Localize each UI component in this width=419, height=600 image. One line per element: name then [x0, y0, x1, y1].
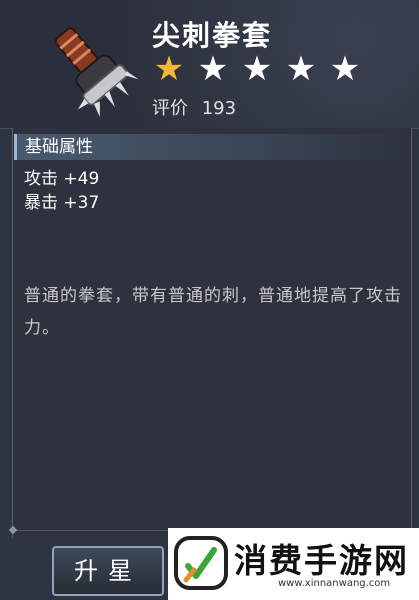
upgrade-star-button[interactable]: 升星: [52, 546, 164, 596]
watermark-logo-icon: [174, 536, 228, 590]
watermark-text: 消费手游网: [234, 541, 409, 580]
attribute-attack: 攻击 +49: [24, 169, 100, 189]
star-empty-icon: ★: [197, 49, 229, 89]
item-name: 尖刺拳套: [152, 19, 273, 52]
item-rating: 评价 193: [152, 94, 236, 120]
attribute-crit: 暴击 +37: [24, 193, 100, 213]
star-empty-icon: ★: [285, 49, 317, 89]
rating-value: 193: [201, 98, 237, 119]
star-rating: ★ ★ ★ ★ ★: [150, 52, 364, 86]
watermark-url: www.xinnanwang.com: [278, 578, 391, 589]
watermark-banner: 消费手游网 www.xinnanwang.com: [168, 528, 419, 600]
section-title-base-attributes: 基础属性: [14, 134, 406, 160]
star-filled-icon: ★: [153, 49, 185, 89]
star-empty-icon: ★: [241, 49, 273, 89]
spiked-gauntlet-icon: [54, 27, 139, 118]
rating-label: 评价: [152, 98, 188, 119]
star-empty-icon: ★: [329, 49, 361, 89]
item-header: 尖刺拳套 ★ ★ ★ ★ ★ 评价 193: [0, 0, 419, 129]
item-description: 普通的拳套，带有普通的刺，普通地提高了攻击力。: [24, 286, 402, 338]
